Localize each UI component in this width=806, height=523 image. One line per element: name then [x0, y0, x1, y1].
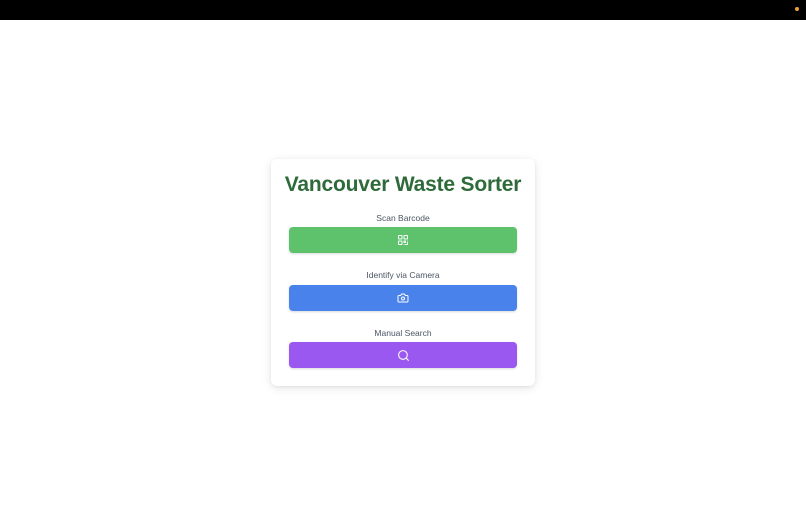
identify-camera-button[interactable] — [289, 285, 517, 311]
manual-search-label: Manual Search — [374, 328, 432, 338]
main-card: Vancouver Waste Sorter Scan Barcode Iden… — [271, 159, 535, 386]
scan-barcode-label: Scan Barcode — [376, 213, 430, 223]
camera-icon — [397, 293, 409, 303]
search-icon — [397, 349, 409, 361]
status-dot — [795, 7, 799, 11]
manual-search-button[interactable] — [289, 342, 517, 368]
top-bar — [0, 0, 806, 20]
qr-code-icon — [398, 235, 408, 245]
identify-camera-label: Identify via Camera — [366, 270, 440, 280]
scan-barcode-button[interactable] — [289, 227, 517, 253]
page-title: Vancouver Waste Sorter — [284, 173, 522, 196]
